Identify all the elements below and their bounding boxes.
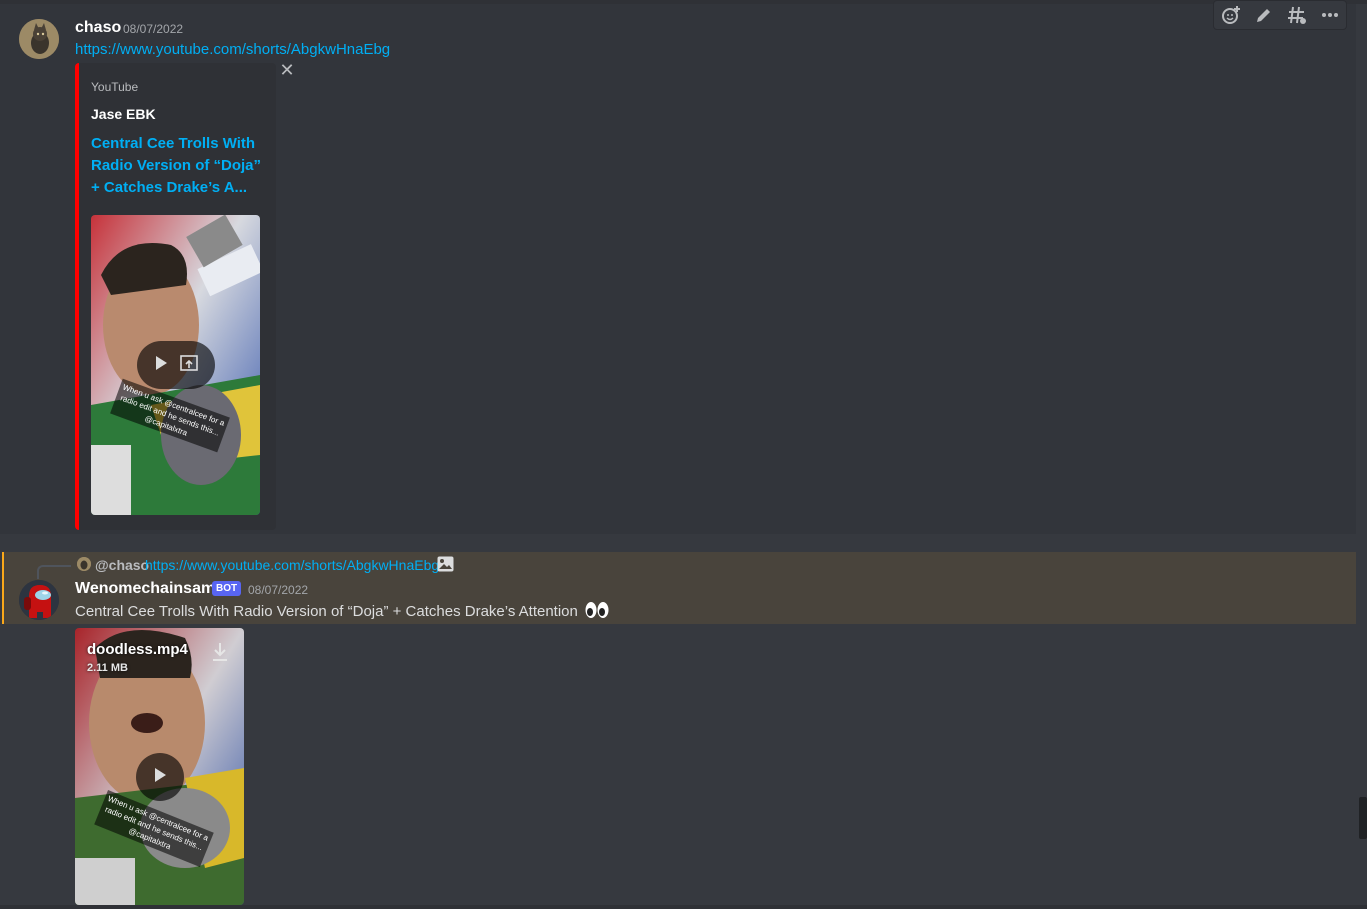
attachment-filename[interactable]: doodless.mp4 (87, 641, 188, 658)
embed-title[interactable]: Central Cee Trolls With Radio Version of… (91, 133, 263, 199)
mention-highlight-bar (2, 552, 4, 624)
timestamp: 08/07/2022 (123, 22, 184, 36)
avatar-chaso[interactable] (19, 19, 59, 59)
timestamp: 08/07/2022 (248, 583, 309, 597)
username-wenomechainsama[interactable]: Wenomechainsama (75, 580, 224, 598)
attachment-size: 2.11 MB (87, 662, 128, 674)
more-icon[interactable] (1319, 4, 1341, 26)
video-thumbnail[interactable]: When u ask @centralcee for a radio edit … (91, 215, 260, 515)
play-icon[interactable] (154, 355, 168, 376)
youtube-embed: YouTube Jase EBK Central Cee Trolls With… (75, 63, 276, 530)
reply-spine (37, 565, 71, 579)
add-reaction-icon[interactable] (1220, 4, 1242, 26)
message-toolbar (1213, 0, 1347, 30)
embed-provider[interactable]: YouTube (91, 80, 138, 94)
edit-icon[interactable] (1253, 4, 1275, 26)
reply-avatar-icon (77, 557, 91, 571)
username-chaso[interactable]: chaso (75, 19, 121, 37)
eyes-emoji-icon[interactable] (585, 601, 609, 623)
message-content: Central Cee Trolls With Radio Version of… (75, 601, 609, 623)
reply-username[interactable]: @chaso (95, 557, 149, 573)
message-link[interactable]: https://www.youtube.com/shorts/AbgkwHnaE… (75, 41, 390, 58)
avatar-wenomechainsama[interactable] (19, 580, 59, 620)
play-icon[interactable] (153, 767, 167, 788)
reply-avatar[interactable] (77, 557, 91, 571)
thread-icon[interactable] (1286, 4, 1308, 26)
play-button[interactable] (136, 753, 184, 801)
play-controls[interactable] (137, 341, 215, 389)
bottom-divider (0, 905, 1367, 909)
video-attachment[interactable]: When u ask @centralcee for a radio edit … (75, 628, 244, 905)
cat-avatar-icon (19, 19, 59, 59)
among-us-avatar-icon (19, 580, 59, 620)
embed-author[interactable]: Jase EBK (91, 106, 156, 122)
message-text: Central Cee Trolls With Radio Version of… (75, 603, 578, 620)
remove-embed-icon[interactable]: ✕ (279, 61, 295, 79)
download-icon[interactable] (211, 641, 229, 668)
scrollbar-thumb[interactable] (1359, 797, 1367, 839)
bot-tag: BOT (212, 581, 242, 596)
reply-link[interactable]: https://www.youtube.com/shorts/AbgkwHnaE… (145, 557, 439, 573)
open-external-icon[interactable] (180, 354, 198, 376)
image-icon (437, 556, 454, 577)
